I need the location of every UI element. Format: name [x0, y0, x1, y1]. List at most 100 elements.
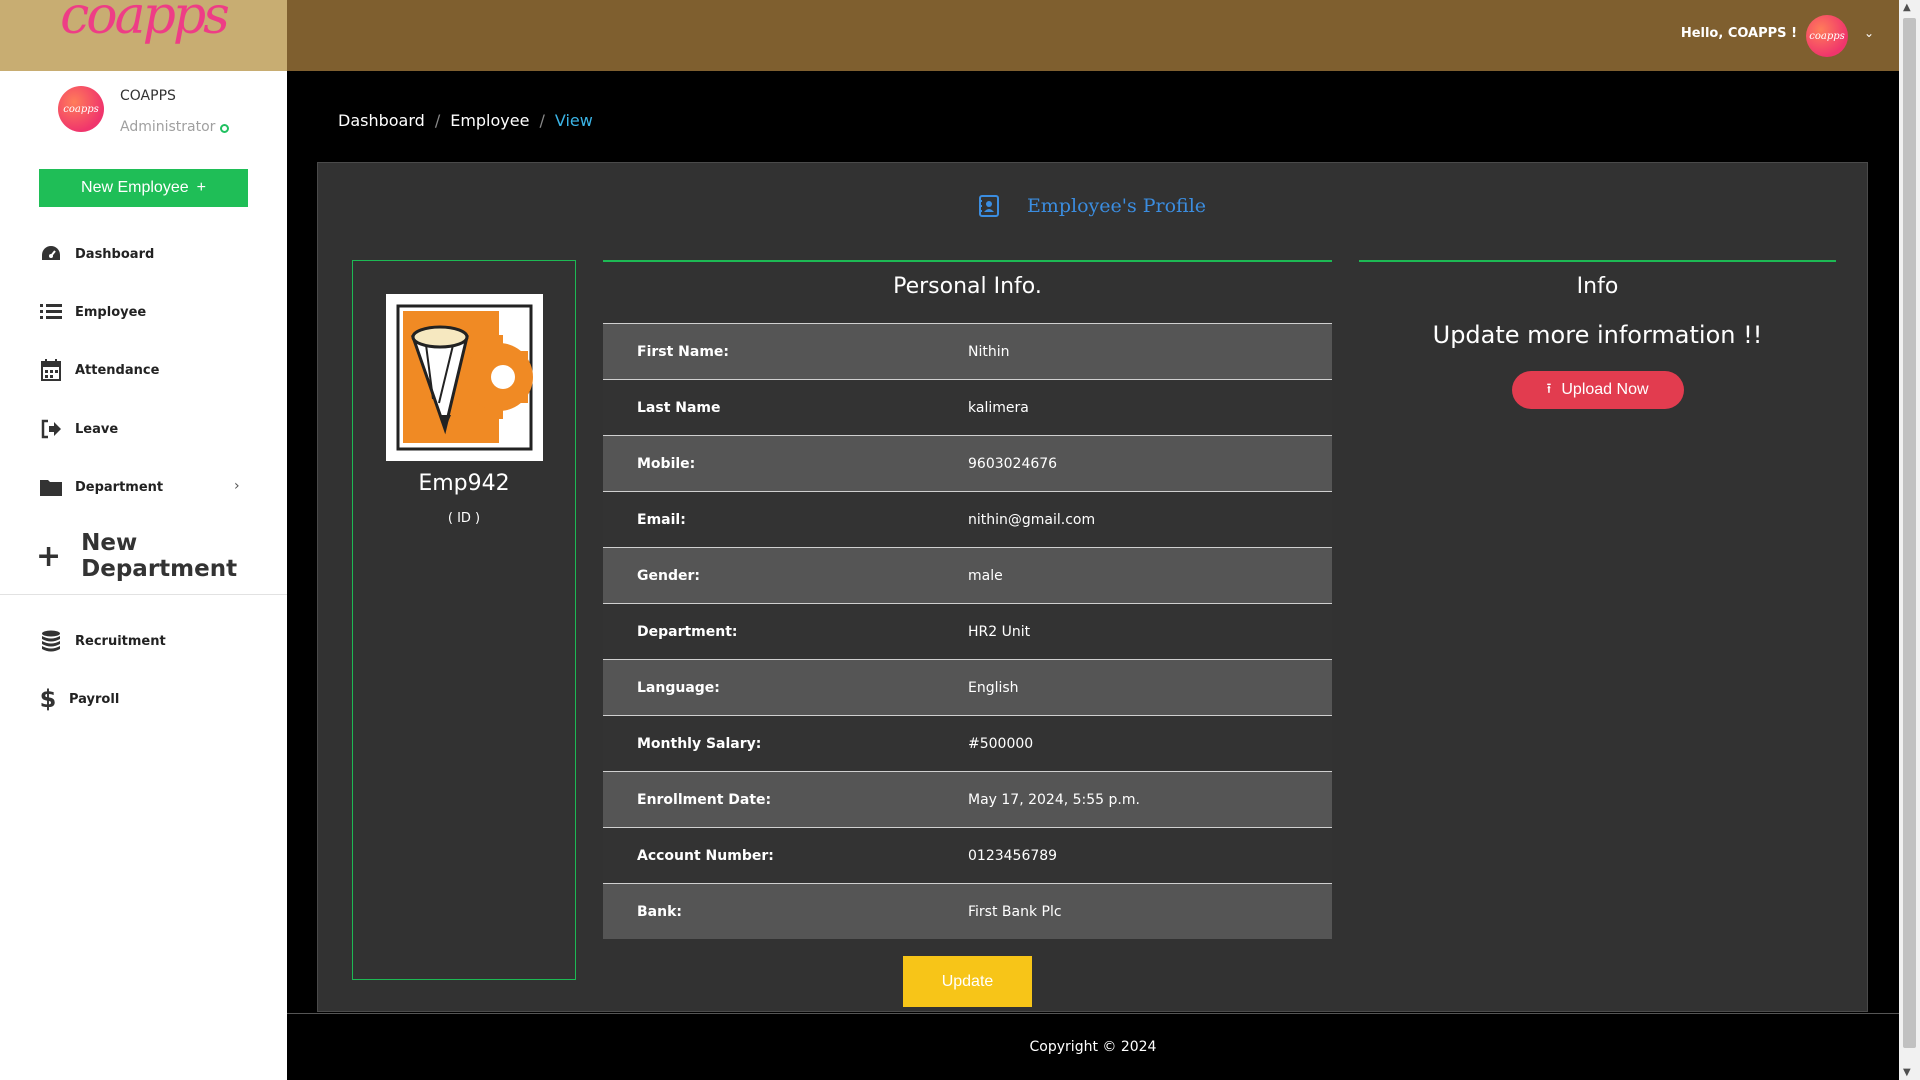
copyright-text: Copyright © 2024 — [1029, 1039, 1157, 1055]
sidebar: coapps coapps COAPPS Administrator New E… — [0, 0, 287, 1080]
field-value: May 17, 2024, 5:55 p.m. — [968, 791, 1140, 808]
sidebar-item-attendance[interactable]: Attendance — [39, 358, 159, 382]
field-value: Nithin — [968, 343, 1010, 360]
sign-out-icon — [39, 417, 63, 441]
sidebar-item-label: Department — [75, 479, 164, 495]
table-row: Email: nithin@gmail.com — [603, 491, 1332, 547]
scroll-thumb[interactable] — [1903, 18, 1916, 1048]
plus-icon: + — [196, 179, 206, 196]
sidebar-divider — [0, 594, 287, 595]
plus-icon: + — [36, 538, 62, 574]
employee-id-label: ( ID ) — [447, 511, 481, 526]
personal-info-title: Personal Info. — [893, 274, 1042, 299]
field-label: Bank: — [637, 903, 682, 920]
avatar-text: coapps — [63, 103, 99, 115]
field-label: Enrollment Date: — [637, 791, 772, 808]
top-header: Hello, COAPPS ! coapps ⌄ — [287, 0, 1899, 71]
update-button[interactable]: Update — [903, 956, 1032, 1007]
field-label: Monthly Salary: — [637, 735, 762, 752]
table-row: Mobile: 9603024676 — [603, 435, 1332, 491]
photo-panel: Emp942 ( ID ) — [352, 260, 576, 980]
chevron-right-icon[interactable]: › — [234, 478, 240, 494]
sidebar-item-recruitment[interactable]: Recruitment — [39, 629, 166, 653]
list-icon — [39, 300, 63, 324]
greeting-text: Hello, COAPPS ! — [1680, 26, 1797, 41]
breadcrumb-view: View — [554, 111, 593, 130]
table-row: Account Number: 0123456789 — [603, 827, 1332, 883]
folder-icon — [39, 475, 63, 499]
field-label: Gender: — [637, 567, 700, 584]
sidebar-item-employee[interactable]: Employee — [39, 300, 146, 324]
user-role: Administrator — [120, 119, 216, 135]
upload-now-button[interactable]: ⭱ Upload Now — [1511, 371, 1684, 409]
field-value: #500000 — [968, 735, 1034, 752]
chevron-down-icon[interactable]: ⌄ — [1864, 26, 1874, 40]
field-value: 9603024676 — [968, 455, 1058, 472]
table-row: Monthly Salary: #500000 — [603, 715, 1332, 771]
table-row: Last Name kalimera — [603, 379, 1332, 435]
info-title: Info — [1576, 274, 1619, 299]
page-scrollbar[interactable]: ▲ ▼ — [1899, 0, 1920, 1080]
panel-accent-line — [1359, 260, 1836, 262]
personal-info-table: First Name: Nithin Last Name kalimera Mobi… — [603, 323, 1332, 939]
avatar: coapps — [58, 86, 104, 132]
field-value: kalimera — [968, 399, 1029, 416]
table-row: Department: HR2 Unit — [603, 603, 1332, 659]
employee-profile-card: Employee's Profile Emp942 (ID) Persona… — [317, 162, 1868, 1012]
field-value: First Bank Plc — [968, 903, 1062, 920]
brand-logo-area[interactable]: coapps — [0, 0, 287, 71]
sidebar-item-label: Dashboard — [75, 246, 155, 262]
breadcrumb: Dashboard / Employee / View — [338, 111, 593, 130]
sidebar-item-label: Attendance — [75, 362, 160, 378]
avatar-text: coapps — [1809, 30, 1845, 42]
breadcrumb-employee[interactable]: Employee — [450, 111, 529, 130]
table-row: Language: English — [603, 659, 1332, 715]
sidebar-item-department[interactable]: Department — [39, 475, 163, 499]
field-value: English — [968, 679, 1019, 696]
employee-id: Emp942 — [418, 471, 510, 496]
user-avatar: coapps — [58, 86, 104, 132]
user-menu-avatar[interactable]: coapps — [1806, 15, 1848, 57]
scroll-up-icon[interactable]: ▲ — [1903, 2, 1911, 13]
breadcrumb-dashboard[interactable]: Dashboard — [338, 111, 425, 130]
field-value: HR2 Unit — [968, 623, 1031, 640]
breadcrumb-separator: / — [434, 111, 441, 130]
field-label: Email: — [637, 511, 686, 528]
sidebar-item-leave[interactable]: Leave — [39, 417, 118, 441]
field-label: Language: — [637, 679, 720, 696]
brand-logo: coapps — [60, 0, 230, 46]
footer: Copyright © 2024 — [287, 1013, 1899, 1080]
scroll-down-icon[interactable]: ▼ — [1903, 1067, 1911, 1078]
table-row: Gender: male — [603, 547, 1332, 603]
sidebar-item-label: Leave — [75, 421, 119, 437]
contact-card-icon — [978, 195, 999, 217]
sidebar-item-dashboard[interactable]: Dashboard — [39, 242, 154, 266]
sidebar-item-payroll[interactable]: $ Payroll — [39, 685, 120, 713]
dollar-icon: $ — [39, 685, 57, 713]
new-department-link[interactable]: + New Department — [36, 530, 287, 582]
sidebar-item-label: Employee — [75, 304, 147, 320]
online-status-icon — [220, 124, 229, 133]
breadcrumb-separator: / — [539, 111, 545, 130]
sidebar-item-label: Recruitment — [75, 633, 166, 649]
table-row: Bank: First Bank Plc — [603, 883, 1332, 939]
dashboard-gauge-icon — [39, 242, 63, 266]
calendar-icon — [39, 358, 63, 382]
database-icon — [39, 629, 63, 653]
field-value: male — [968, 567, 1003, 584]
new-employee-label: New Employee — [81, 179, 189, 196]
new-employee-button[interactable]: New Employee + — [39, 169, 248, 207]
upload-label: Upload Now — [1561, 381, 1649, 398]
user-name: COAPPS — [120, 88, 176, 104]
table-row: First Name: Nithin — [603, 323, 1332, 379]
sidebar-item-label: Payroll — [69, 691, 120, 707]
employee-photo — [386, 294, 543, 461]
field-value: nithin@gmail.com — [968, 511, 1096, 528]
field-label: First Name: — [637, 343, 730, 360]
field-label: Account Number: — [637, 847, 774, 864]
profile-title-text: Employee's Profile — [1026, 195, 1207, 217]
info-subtitle: Update more information !! — [1432, 321, 1763, 349]
field-label: Last Name — [637, 399, 721, 416]
upload-icon: ⭱ — [1546, 380, 1552, 396]
profile-title: Employee's Profile — [318, 195, 1867, 217]
